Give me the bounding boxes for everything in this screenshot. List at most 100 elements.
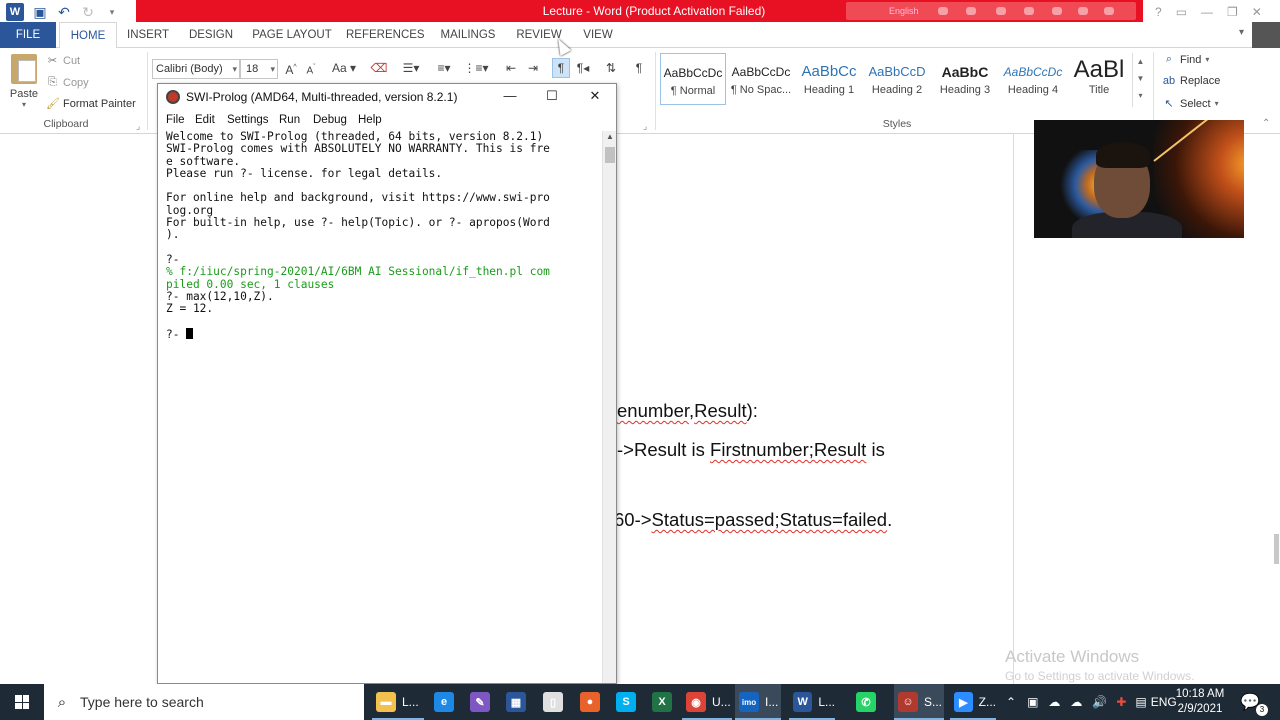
styles-scroll[interactable]: ▲ ▼ ▾ (1132, 53, 1148, 107)
start-button[interactable] (0, 684, 44, 720)
meet-now-icon[interactable]: ▣ (1027, 695, 1038, 709)
rtl-text-icon[interactable]: ¶◂ (574, 59, 592, 77)
style-heading-3[interactable]: AaBbC Heading 3 (932, 53, 998, 105)
style-normal[interactable]: AaBbCcDc ¶ Normal (660, 53, 726, 105)
scissors-icon: ✂ (47, 55, 58, 67)
cut-button[interactable]: ✂ Cut (46, 54, 80, 68)
taskbar-app-edge[interactable]: e (430, 684, 458, 720)
minimize-icon[interactable]: — (1201, 5, 1213, 19)
tab-references[interactable]: REFERENCES (346, 22, 425, 48)
find-button[interactable]: ⌕ Find ▾ (1162, 53, 1210, 66)
style-heading-4[interactable]: AaBbCcDc Heading 4 (1000, 53, 1066, 105)
scroll-thumb[interactable] (605, 147, 615, 163)
tab-home[interactable]: HOME (59, 22, 117, 49)
close-icon[interactable]: ✕ (585, 88, 605, 104)
prolog-console[interactable]: Welcome to SWI-Prolog (threaded, 64 bits… (158, 130, 602, 683)
increase-indent-icon[interactable]: ⇥ (524, 59, 542, 77)
tab-design[interactable]: DESIGN (184, 22, 238, 48)
paragraph-launcher-icon[interactable]: ⌟ (643, 121, 647, 132)
scroll-up-icon[interactable]: ▲ (606, 132, 614, 141)
select-button[interactable]: ↖ Select ▾ (1162, 97, 1218, 111)
onedrive-alt-icon[interactable]: ☁ (1070, 695, 1082, 709)
taskbar-app-excel[interactable]: X (648, 684, 676, 720)
numbering-icon[interactable]: ≡▾ (430, 59, 458, 77)
font-size-select[interactable]: 18 (240, 59, 278, 79)
style-sample: AaBbCcDc (663, 66, 723, 80)
volume-icon[interactable]: 🔊 (1092, 695, 1107, 709)
minimize-icon[interactable]: — (500, 88, 520, 103)
menu-help[interactable]: Help (358, 114, 382, 126)
style-name: Heading 3 (939, 84, 991, 96)
customize-qat-icon[interactable]: ▾ (104, 4, 120, 20)
document-scrollbar[interactable] (1272, 134, 1280, 684)
taskbar-app-zoom[interactable]: ▶ Z... (950, 684, 996, 720)
tab-insert[interactable]: INSERT (124, 22, 172, 48)
style-heading-1[interactable]: AaBbCc Heading 1 (796, 53, 862, 105)
close-icon[interactable]: ✕ (1252, 5, 1262, 19)
ribbon-display-icon[interactable]: ▭ (1176, 5, 1187, 19)
taskbar-app-chrome[interactable]: ◉ U... (682, 684, 732, 720)
show-hide-marks-icon[interactable]: ¶ (630, 59, 648, 77)
menu-file[interactable]: File (166, 114, 185, 126)
redo-icon[interactable]: ↻ (80, 4, 96, 20)
prolog-scrollbar[interactable]: ▲ (602, 131, 616, 683)
sort-icon[interactable]: ⇅ (602, 59, 620, 77)
menu-run[interactable]: Run (279, 114, 300, 126)
clear-formatting-icon[interactable]: ⌫ (370, 59, 388, 77)
antivirus-icon[interactable]: ✚ (1116, 695, 1126, 709)
style-heading-2[interactable]: AaBbCcD Heading 2 (864, 53, 930, 105)
taskbar-app-whatsapp[interactable]: ✆ (852, 684, 880, 720)
undo-icon[interactable]: ↶ (56, 4, 72, 20)
chevron-up-icon[interactable]: ⌃ (1006, 695, 1016, 709)
paste-button[interactable]: Paste ▾ (6, 52, 42, 112)
document-line-2[interactable]: ->Result is Firstnumber;Result is (617, 439, 885, 461)
ltr-text-icon[interactable]: ¶ (552, 58, 570, 78)
style-no-spacing[interactable]: AaBbCcDc ¶ No Spac... (728, 53, 794, 105)
style-title[interactable]: AaBl Title (1066, 53, 1132, 105)
font-name-select[interactable]: Calibri (Body) (152, 59, 240, 79)
change-case-icon[interactable]: Aa ▾ (330, 59, 358, 77)
collapse-ribbon-icon[interactable]: ⌃ (1262, 118, 1270, 129)
user-menu-chevron-icon[interactable]: ▾ (1239, 27, 1244, 38)
replace-button[interactable]: ab Replace (1162, 75, 1220, 87)
format-painter-button[interactable]: 🖌 Format Painter (46, 97, 136, 111)
tab-page-layout[interactable]: PAGE LAYOUT (250, 22, 334, 48)
document-line-3[interactable]: 60->Status=passed;Status=failed. (614, 509, 892, 531)
network-icon[interactable]: ▤ (1135, 695, 1146, 709)
taskbar-app-imo[interactable]: imo I... (735, 684, 781, 720)
copy-button[interactable]: ⎘ Copy (46, 76, 89, 89)
multilevel-list-icon[interactable]: ⋮≡▾ (462, 59, 490, 77)
menu-settings[interactable]: Settings (227, 114, 269, 126)
taskbar-search[interactable]: ⌕ Type here to search (44, 684, 364, 720)
decrease-indent-icon[interactable]: ⇤ (502, 59, 520, 77)
shrink-font-icon[interactable]: Aˇ (303, 59, 319, 80)
grow-font-icon[interactable]: A^ (283, 59, 299, 79)
taskbar-app-feather[interactable]: ✎ (466, 684, 494, 720)
language-bar[interactable]: English (846, 2, 1136, 20)
save-icon[interactable]: ▣ (32, 4, 48, 20)
prolog-title-bar[interactable]: SWI-Prolog (AMD64, Multi-threaded, versi… (158, 84, 616, 111)
taskbar-app-firefox[interactable]: ● (576, 684, 604, 720)
bullets-icon[interactable]: ☰▾ (398, 59, 424, 77)
word-logo-icon[interactable]: W (6, 3, 24, 21)
tab-view[interactable]: VIEW (580, 22, 616, 48)
taskbar-app-file-explorer[interactable]: ▬ L... (372, 684, 424, 720)
taskbar-app-store[interactable]: ▦ (502, 684, 530, 720)
taskbar-clock[interactable]: 10:18 AM 2/9/2021 (1170, 687, 1230, 717)
maximize-icon[interactable]: ☐ (542, 88, 562, 104)
avatar[interactable] (1252, 22, 1280, 48)
document-line-1[interactable]: enumber,Result): (617, 400, 758, 422)
taskbar-app-skype[interactable]: S (612, 684, 640, 720)
clipboard-launcher-icon[interactable]: ⌟ (136, 121, 140, 132)
help-icon[interactable]: ? (1155, 5, 1162, 19)
taskbar-app-word[interactable]: W L... (789, 684, 835, 720)
taskbar-app-label: U... (712, 695, 731, 709)
tab-file[interactable]: FILE (0, 22, 56, 48)
taskbar-app-swi-prolog[interactable]: ☺ S... (894, 684, 944, 720)
menu-edit[interactable]: Edit (195, 114, 215, 126)
onedrive-icon[interactable]: ☁ (1048, 695, 1060, 709)
tab-mailings[interactable]: MAILINGS (436, 22, 500, 48)
taskbar-app-notepad[interactable]: ▯ (539, 684, 567, 720)
menu-debug[interactable]: Debug (313, 114, 347, 126)
restore-icon[interactable]: ❐ (1227, 5, 1238, 19)
